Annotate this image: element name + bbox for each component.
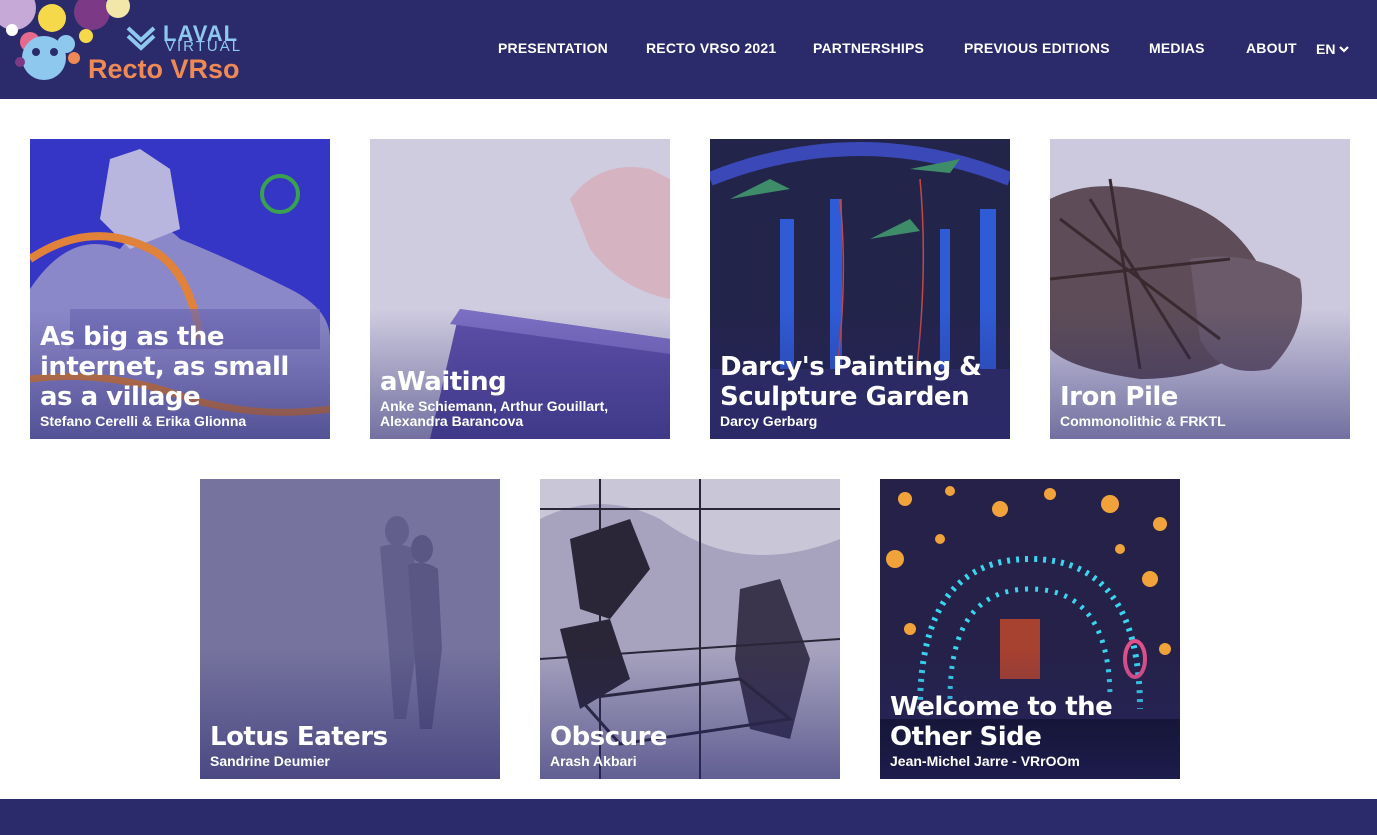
work-title: Darcy's Painting & Sculpture Garden: [720, 352, 982, 412]
work-author: Darcy Gerbarg: [720, 413, 818, 429]
work-card[interactable]: aWaiting Anke Schiemann, Arthur Gouillar…: [370, 139, 670, 439]
work-card[interactable]: As big as the internet, as small as a vi…: [30, 139, 330, 439]
language-selector[interactable]: EN: [1316, 41, 1350, 57]
work-title: As big as the internet, as small as a vi…: [40, 322, 289, 412]
site-logo[interactable]: LAVAL VIRTUAL Recto VRso: [0, 0, 260, 95]
work-author: Commonolithic & FRKTL: [1060, 413, 1226, 429]
work-caption: Iron Pile Commonolithic & FRKTL: [1060, 382, 1342, 429]
work-caption: Obscure Arash Akbari: [550, 722, 832, 769]
work-caption: Lotus Eaters Sandrine Deumier: [210, 722, 492, 769]
work-title: Iron Pile: [1060, 382, 1178, 412]
work-title: aWaiting: [380, 367, 507, 397]
chevron-down-icon: [1339, 46, 1350, 53]
nav-about[interactable]: ABOUT: [1246, 40, 1297, 56]
work-card[interactable]: Iron Pile Commonolithic & FRKTL: [1050, 139, 1350, 439]
work-caption: Welcome to the Other Side Jean-Michel Ja…: [890, 692, 1172, 769]
work-author: Arash Akbari: [550, 753, 637, 769]
work-author: Sandrine Deumier: [210, 753, 330, 769]
work-author: Anke Schiemann, Arthur Gouillart, Alexan…: [380, 398, 609, 429]
work-caption: As big as the internet, as small as a vi…: [40, 322, 322, 429]
work-caption: Darcy's Painting & Sculpture Garden Darc…: [720, 352, 1002, 429]
work-title: Obscure: [550, 722, 668, 752]
site-header: LAVAL VIRTUAL Recto VRso PRESENTATION RE…: [0, 0, 1377, 99]
language-label: EN: [1316, 41, 1336, 57]
work-caption: aWaiting Anke Schiemann, Arthur Gouillar…: [380, 367, 662, 429]
nav-recto-vrso-2021[interactable]: RECTO VRSO 2021: [646, 40, 776, 56]
site-footer: [0, 799, 1377, 835]
logo-virtual-text: VIRTUAL: [165, 38, 243, 55]
nav-presentation[interactable]: PRESENTATION: [498, 40, 608, 56]
work-card[interactable]: Welcome to the Other Side Jean-Michel Ja…: [880, 479, 1180, 779]
work-author: Jean-Michel Jarre - VRrOOm: [890, 753, 1080, 769]
work-card[interactable]: Obscure Arash Akbari: [540, 479, 840, 779]
work-author: Stefano Cerelli & Erika Glionna: [40, 413, 247, 429]
nav-partnerships[interactable]: PARTNERSHIPS: [813, 40, 924, 56]
work-title: Lotus Eaters: [210, 722, 388, 752]
work-card[interactable]: Darcy's Painting & Sculpture Garden Darc…: [710, 139, 1010, 439]
nav-previous-editions[interactable]: PREVIOUS EDITIONS: [964, 40, 1110, 56]
nav-medias[interactable]: MEDIAS: [1149, 40, 1205, 56]
work-card[interactable]: Lotus Eaters Sandrine Deumier: [200, 479, 500, 779]
logo-recto-vrso-text: Recto VRso: [88, 54, 240, 84]
work-title: Welcome to the Other Side: [890, 692, 1113, 752]
